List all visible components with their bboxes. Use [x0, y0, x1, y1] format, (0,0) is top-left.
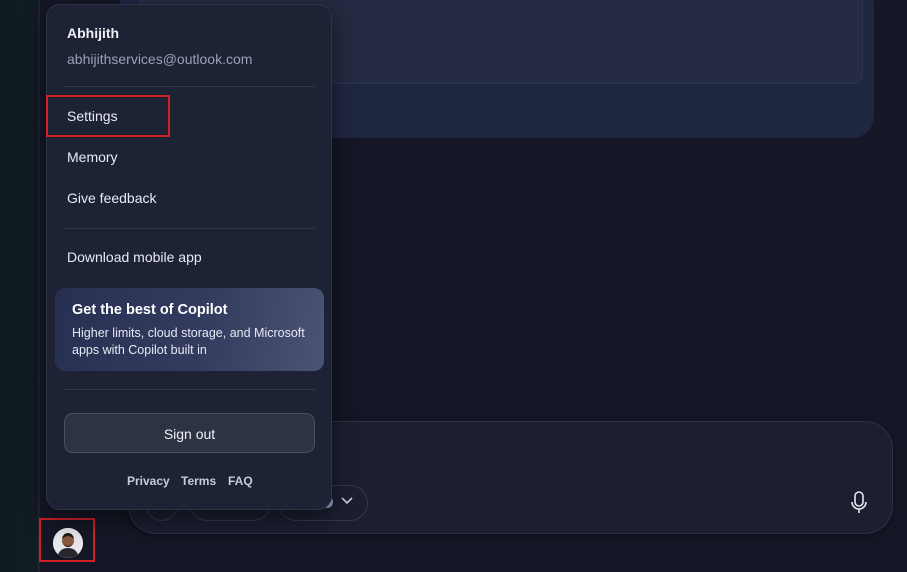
promo-description: Higher limits, cloud storage, and Micros… — [72, 326, 305, 357]
avatar-highlight-box — [39, 518, 95, 562]
microphone-icon[interactable] — [849, 491, 869, 515]
menu-item-give-feedback[interactable]: Give feedback — [67, 190, 157, 206]
menu-item-download-mobile-app[interactable]: Download mobile app — [67, 249, 202, 265]
faq-link[interactable]: FAQ — [228, 474, 253, 488]
chevron-down-icon — [341, 497, 353, 505]
app-root: Abhijith abhijithservices@outlook.com Se… — [0, 0, 907, 572]
terms-link[interactable]: Terms — [181, 474, 216, 488]
user-email: abhijithservices@outlook.com — [67, 51, 253, 67]
menu-divider — [64, 389, 315, 390]
menu-divider — [64, 86, 315, 87]
left-sidebar — [0, 0, 38, 572]
menu-divider — [64, 228, 315, 229]
menu-item-memory[interactable]: Memory — [67, 149, 118, 165]
settings-highlight-box — [46, 95, 170, 137]
sidebar-divider — [38, 0, 40, 572]
promo-title: Get the best of Copilot — [72, 302, 228, 318]
privacy-link[interactable]: Privacy — [127, 474, 170, 488]
sign-out-button[interactable]: Sign out — [64, 413, 315, 453]
user-name: Abhijith — [67, 25, 120, 41]
